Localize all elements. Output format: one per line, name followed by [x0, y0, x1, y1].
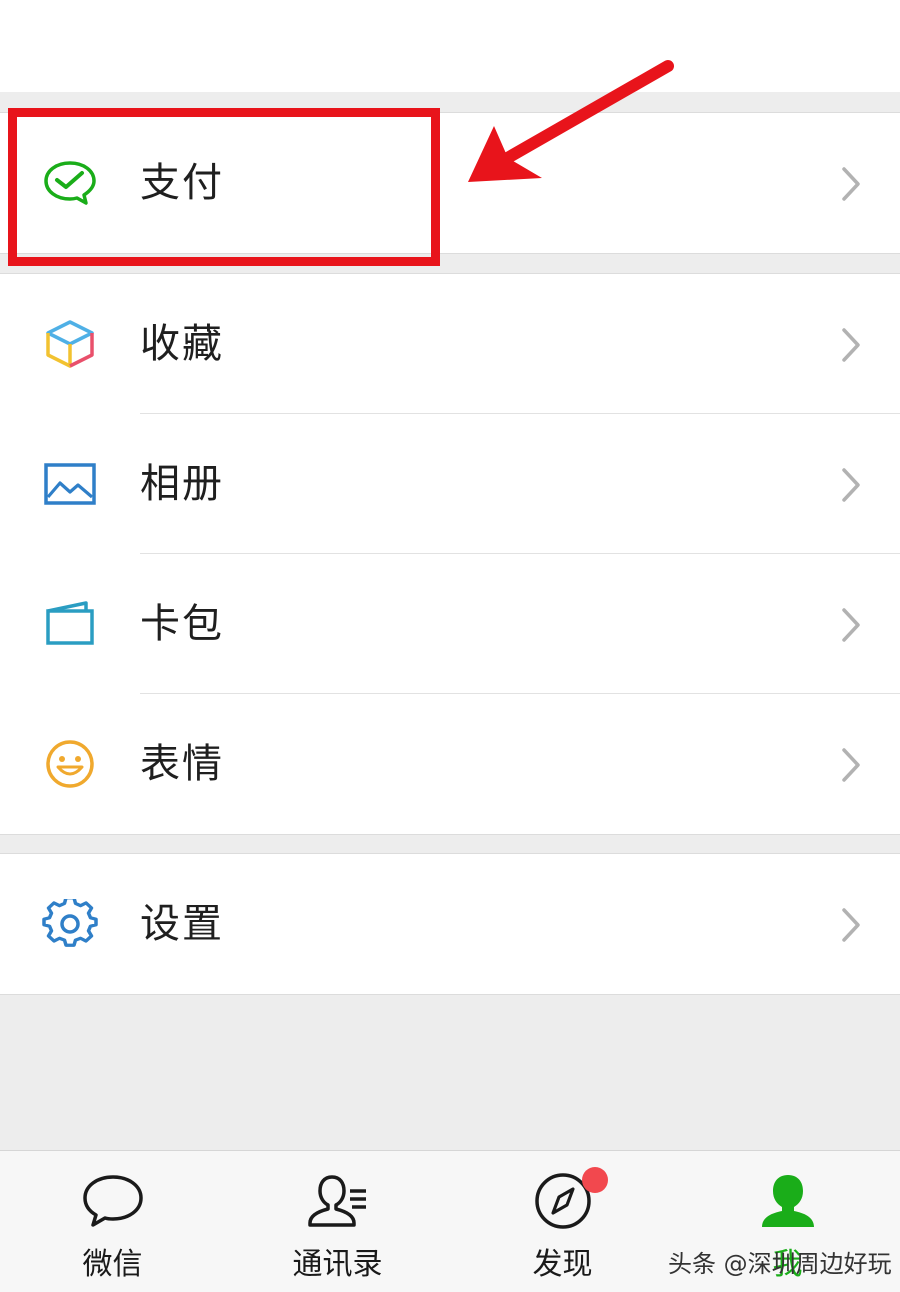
menu-item-stickers[interactable]: 表情 — [0, 694, 900, 834]
person-icon — [756, 1171, 820, 1231]
chevron-right-icon — [838, 326, 864, 364]
tab-chats[interactable]: 微信 — [0, 1151, 225, 1292]
tab-label: 微信 — [82, 1247, 143, 1282]
chat-bubble-icon — [81, 1171, 145, 1231]
menu-item-label: 支付 — [140, 160, 224, 206]
menu-item-label: 收藏 — [140, 321, 224, 367]
chevron-right-icon — [838, 606, 864, 644]
cube-icon — [42, 319, 98, 369]
menu-item-cards[interactable]: 卡包 — [0, 554, 900, 694]
main-section: 收藏 相册 卡包 表情 — [0, 273, 900, 835]
menu-item-label: 设置 — [140, 901, 224, 947]
wechat-pay-icon — [42, 158, 98, 208]
menu-item-label: 相册 — [140, 461, 224, 507]
menu-item-label: 卡包 — [140, 601, 224, 647]
tab-discover[interactable]: 发现 — [450, 1151, 675, 1292]
chevron-right-icon — [838, 165, 864, 203]
gear-icon — [42, 896, 98, 949]
menu-item-favorites[interactable]: 收藏 — [0, 274, 900, 414]
image-icon — [42, 459, 98, 509]
chevron-right-icon — [838, 746, 864, 784]
top-area — [0, 0, 900, 92]
smiley-icon — [42, 739, 98, 789]
chevron-right-icon — [838, 906, 864, 944]
pay-section: 支付 — [0, 112, 900, 254]
watermark-text: 头条 @深圳周边好玩 — [668, 1250, 892, 1278]
settings-section: 设置 — [0, 853, 900, 995]
chevron-right-icon — [838, 466, 864, 504]
menu-item-album[interactable]: 相册 — [0, 414, 900, 554]
contacts-icon — [306, 1171, 370, 1231]
notification-dot — [582, 1167, 608, 1193]
menu-item-settings[interactable]: 设置 — [0, 854, 900, 994]
wallet-icon — [42, 599, 98, 649]
tab-label: 通讯录 — [292, 1247, 383, 1282]
menu-item-label: 表情 — [140, 741, 224, 787]
menu-item-pay[interactable]: 支付 — [0, 113, 900, 253]
tab-label: 发现 — [532, 1247, 593, 1282]
tab-contacts[interactable]: 通讯录 — [225, 1151, 450, 1292]
